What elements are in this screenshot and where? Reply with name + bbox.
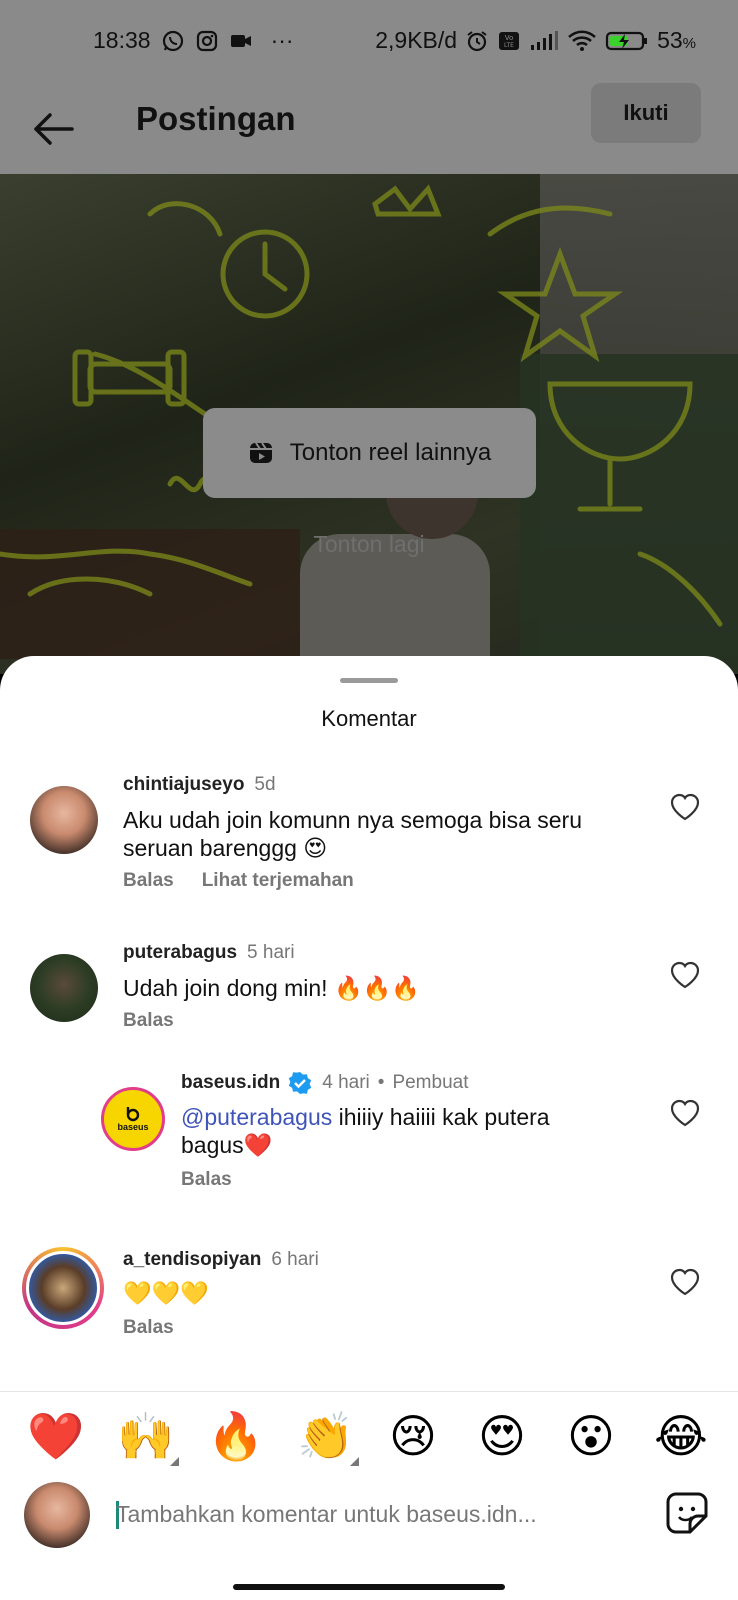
reply-button[interactable]: Balas	[181, 1169, 232, 1190]
like-heart-icon[interactable]	[669, 792, 701, 822]
baseus-logo-mark	[126, 1107, 140, 1122]
home-indicator[interactable]	[233, 1584, 505, 1590]
comment-time: 6 hari	[271, 1249, 319, 1270]
alarm-icon	[467, 30, 487, 51]
avatar	[26, 1251, 100, 1325]
reply-button[interactable]: Balas	[123, 870, 174, 891]
replay-button[interactable]: Tonton lagi	[0, 531, 738, 558]
comment-text: 💛💛💛	[123, 1280, 209, 1306]
divider	[0, 1391, 738, 1392]
emoji-surprised[interactable]: 😮	[563, 1408, 619, 1464]
comment-text: Udah join dong min! 🔥🔥🔥	[123, 975, 420, 1001]
verified-badge-icon	[289, 1072, 312, 1094]
avatar[interactable]	[30, 954, 98, 1022]
comment-time: 4 hari	[322, 1072, 370, 1093]
bullet-separator: •	[377, 1072, 385, 1093]
reply-button[interactable]: Balas	[123, 1317, 174, 1338]
battery-level: 53%	[657, 27, 696, 53]
like-heart-icon[interactable]	[669, 1267, 701, 1297]
emoji-clapping[interactable]: 👏	[297, 1408, 359, 1466]
emoji-raised-hands[interactable]: 🙌	[117, 1408, 179, 1466]
more-indicator: ···	[270, 27, 294, 53]
comment-actions: Balas	[123, 1317, 202, 1339]
volte-icon: VoLTE	[499, 31, 520, 50]
reels-icon	[249, 442, 272, 463]
comment-username[interactable]: chintiajuseyo 5d	[123, 774, 276, 796]
comment-username[interactable]: puterabagus 5 hari	[123, 942, 295, 964]
comment-username[interactable]: a_tendisopiyan 6 hari	[123, 1249, 319, 1271]
comment-username[interactable]: baseus.idn 4 hari • Pembuat	[181, 1071, 468, 1095]
emoji-heart[interactable]: ❤️	[27, 1408, 84, 1464]
emoji-tears-of-joy[interactable]: 😂	[653, 1408, 709, 1464]
emoji-crying[interactable]: 😢	[385, 1408, 441, 1464]
variant-indicator	[350, 1457, 359, 1466]
svg-text:LTE: LTE	[504, 42, 514, 49]
comment-actions: Balas	[181, 1169, 260, 1191]
comment-text: @puterabagus ihiiiy haiiii kak putera ba…	[181, 1104, 550, 1158]
arrow-left-icon[interactable]	[28, 106, 78, 152]
wifi-icon	[568, 29, 596, 51]
like-heart-icon[interactable]	[669, 960, 701, 990]
status-right: 2,9KB/d Vo LTE 53%	[375, 27, 696, 54]
comment-actions: Balas Lihat terjemahan	[123, 870, 382, 892]
emoji-fire[interactable]: 🔥	[207, 1408, 264, 1464]
comment-input[interactable]	[116, 1496, 586, 1532]
clock: 18:38	[93, 27, 151, 53]
sticker-icon[interactable]	[664, 1490, 710, 1536]
whatsapp-icon	[162, 30, 183, 51]
comment-text: Aku udah join komunn nya semoga bisa ser…	[123, 807, 583, 861]
instagram-icon	[196, 30, 217, 51]
video-camera-icon	[230, 34, 251, 47]
reply-button[interactable]: Balas	[123, 1010, 174, 1031]
battery-charging-icon	[605, 31, 648, 50]
avatar[interactable]	[30, 786, 98, 854]
variant-indicator	[170, 1457, 179, 1466]
baseus-logo: baseus	[117, 1106, 149, 1132]
status-left: 18:38 ···	[93, 27, 294, 54]
emoji-heart-eyes[interactable]: 😍	[474, 1408, 530, 1464]
baseus-logo-text: baseus	[117, 1122, 149, 1132]
svg-text:Vo: Vo	[505, 34, 514, 42]
avatar-story-ring[interactable]	[22, 1247, 104, 1329]
comment-time: 5d	[254, 774, 276, 795]
like-heart-icon[interactable]	[669, 1098, 701, 1128]
app-bar: Postingan Ikuti	[0, 83, 738, 174]
comment-actions: Balas	[123, 1010, 202, 1032]
translate-button[interactable]: Lihat terjemahan	[202, 870, 354, 891]
creator-label: Pembuat	[392, 1072, 469, 1093]
quick-emoji-bar: ❤️ 🙌 🔥 👏 😢 😍 😮 😂	[0, 1408, 738, 1466]
follow-button[interactable]: Ikuti	[591, 83, 701, 143]
mention-link[interactable]: @puterabagus	[181, 1104, 332, 1130]
network-speed: 2,9KB/d	[375, 27, 458, 53]
signal-icon	[531, 30, 559, 50]
avatar[interactable]: baseus	[101, 1087, 165, 1151]
status-bar: 18:38 ··· 2,9KB/d Vo LTE 53%	[0, 0, 738, 84]
drag-handle[interactable]	[340, 678, 398, 683]
reels-button-label: Tonton reel lainnya	[289, 439, 492, 466]
watch-more-reels-button[interactable]: Tonton reel lainnya	[203, 408, 536, 498]
comment-time: 5 hari	[247, 942, 295, 963]
sheet-title: Komentar	[321, 706, 417, 731]
page-title: Postingan	[136, 100, 296, 137]
video-player[interactable]: Tonton reel lainnya Tonton lagi	[0, 174, 738, 674]
my-avatar	[24, 1482, 90, 1548]
